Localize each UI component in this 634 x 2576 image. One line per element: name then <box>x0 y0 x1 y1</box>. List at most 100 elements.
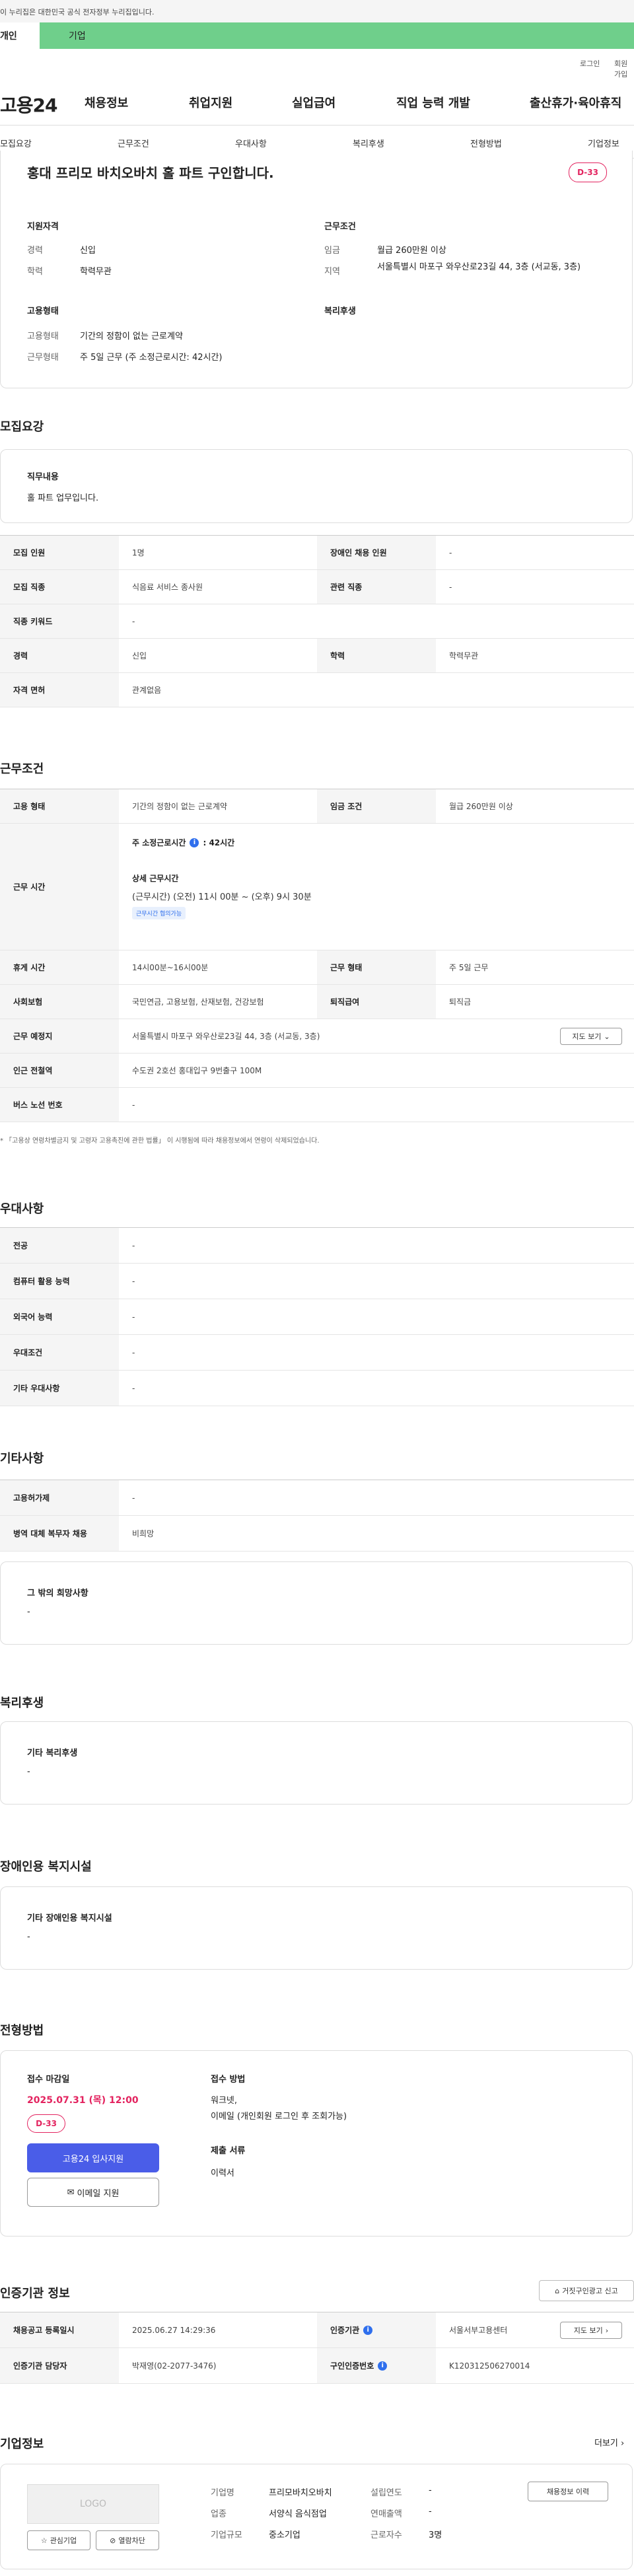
label: 근로자수 <box>370 2530 402 2540</box>
welfare-card: 기타 복리후생 - <box>0 1721 633 1805</box>
label: 설립연도 <box>370 2488 402 2498</box>
cell-value: 관계없음 <box>132 686 162 695</box>
gnb-item[interactable]: 취업지원 <box>189 94 232 111</box>
section-title-disabled: 장애인용 복지시설 <box>0 1860 92 1874</box>
cell-value: 수도권 2호선 홍대입구 9번출구 100M <box>132 1066 262 1075</box>
cell-key: 모집 직종 <box>0 570 119 604</box>
snb-item[interactable]: 근무조건 <box>118 137 149 149</box>
weekly-hours: 주 소정근로시간 i : 42시간 <box>132 837 234 848</box>
email-apply-button[interactable]: ✉ 이메일 지원 <box>27 2178 159 2207</box>
cell-key: 휴게 시간 <box>0 950 119 984</box>
table-row: 자격 면허 관계없음 <box>0 673 634 707</box>
block-button[interactable]: ⊘ 열람차단 <box>96 2530 159 2550</box>
snb-item[interactable]: 모집요강 <box>0 137 32 149</box>
map-button[interactable]: 지도 보기 ⌄ <box>560 1028 622 1045</box>
cell-value: 학력무관 <box>449 651 479 661</box>
cell-key: 퇴직급여 <box>317 985 436 1019</box>
cell-value: 국민연금, 고용보험, 산재보험, 건강보험 <box>132 997 264 1007</box>
cell-value: 14시00분~16시00분 <box>132 963 209 972</box>
info-icon[interactable]: i <box>363 2325 373 2335</box>
snb-item[interactable]: 전형방법 <box>470 137 502 149</box>
cell-key: 직종 키워드 <box>0 604 119 638</box>
career-value: 신입 <box>80 246 96 256</box>
snb-item[interactable]: 복리후생 <box>353 137 384 149</box>
join-link[interactable]: 회원가입 <box>614 58 634 79</box>
section-title-etc: 기타사항 <box>0 1452 44 1466</box>
cert-map-button[interactable]: 지도 보기 › <box>560 2322 622 2339</box>
summary-card: 홍대 프리모 바치오바치 홀 파트 구인합니다. D-33 지원자격 경력 신입… <box>0 151 633 388</box>
method-label: 접수 방법 <box>211 2075 246 2085</box>
site-logo[interactable]: 고용24 <box>0 91 57 118</box>
table-row: 모집 인원 1명 장애인 채용 인원 - <box>0 536 634 570</box>
section-title-recruit: 모집요강 <box>0 420 44 434</box>
other-value: - <box>27 1607 30 1617</box>
label: 업종 <box>211 2509 227 2519</box>
top-tabs: 개인 기업 <box>0 22 634 49</box>
table-row: 외국어 능력 - <box>0 1299 634 1335</box>
cell-key: 우대조건 <box>0 1335 119 1370</box>
gnb-item[interactable]: 채용정보 <box>85 94 128 111</box>
login-link[interactable]: 로그인 <box>580 58 600 69</box>
tab-company[interactable]: 기업 <box>40 22 634 49</box>
global-nav: 고용24 채용정보 취업지원 실업급여 직업 능력 개발 출산휴가·육아휴직 <box>0 79 634 125</box>
table-row: 인증기관 담당자 박재영(02-2077-3476) 구인인증번호 i K12031… <box>0 2348 634 2384</box>
gnb-item[interactable]: 실업급여 <box>292 94 335 111</box>
apply-button[interactable]: 고용24 입사지원 <box>27 2143 159 2172</box>
welfare-title: 복리후생 <box>324 306 356 316</box>
cell-value: - <box>132 1276 135 1286</box>
cell-key: 경력 <box>0 639 119 672</box>
table-row: 사회보험 국민연금, 고용보험, 산재보험, 건강보험 퇴직급여 퇴직금 <box>0 985 634 1019</box>
cell-value: 주 5일 근무 <box>449 963 489 972</box>
method-value-1: 워크넷, <box>211 2096 238 2106</box>
history-button[interactable]: 채용정보 이력 <box>528 2482 608 2501</box>
label: 연매출액 <box>370 2509 402 2519</box>
weekly-hours-value: : 42시간 <box>203 838 235 847</box>
map-button-label: 지도 보기 <box>572 1032 602 1041</box>
etc-table: 고용허가제 - 병역 대체 복무자 채용 비희망 <box>0 1480 634 1552</box>
favorite-button[interactable]: ☆ 관심기업 <box>27 2530 90 2550</box>
info-icon[interactable]: i <box>190 838 199 847</box>
cell-value: K120312506270014 <box>449 2361 530 2371</box>
method-value-2: 이메일 (개인회원 로그인 후 조회가능) <box>211 2112 347 2122</box>
cell-value: - <box>449 548 452 557</box>
label: 학력 <box>27 267 43 277</box>
label: 기업명 <box>211 2488 234 2498</box>
wage-value: 월급 260만원 이상 <box>377 246 446 256</box>
table-row: 휴게 시간 14시00분~16시00분 근무 형태 주 5일 근무 <box>0 950 634 985</box>
report-label: 거짓구인광고 신고 <box>562 2287 618 2295</box>
table-row: 고용허가제 - <box>0 1480 634 1516</box>
apply-card: 접수 마감일 2025.07.31 (목) 12:00 D-33 고용24 입사… <box>0 2050 633 2236</box>
cell-key: 관련 직종 <box>317 570 436 604</box>
block-label: 열람차단 <box>118 2536 145 2545</box>
cell-key: 장애인 채용 인원 <box>317 536 436 569</box>
cell-value: 서울서부고용센터 <box>449 2326 508 2335</box>
snb-item[interactable]: 기업정보 <box>588 137 619 149</box>
cond-title: 근무조건 <box>324 222 356 232</box>
cell-value: 퇴직금 <box>449 997 472 1007</box>
map-button-label: 지도 보기 <box>573 2326 603 2335</box>
snb-item[interactable]: 우대사항 <box>235 137 267 149</box>
cell-value: 서울특별시 마포구 와우산로23길 44, 3층 (서교동, 3층) <box>132 1032 320 1041</box>
deadline-label: 접수 마감일 <box>27 2075 70 2085</box>
cell-value: 신입 <box>132 651 147 661</box>
cell-value: 박재영(02-2077-3476) <box>132 2361 217 2371</box>
cell-key: 전공 <box>0 1228 119 1263</box>
consult-tag: 근무시간 협의가능 <box>132 907 186 919</box>
tab-personal[interactable]: 개인 <box>0 22 40 49</box>
docs-value: 이력서 <box>211 2168 234 2178</box>
cell-value: 1명 <box>132 548 145 557</box>
docs-label: 제출 서류 <box>211 2146 246 2156</box>
gov-banner: 이 누리집은 대한민국 공식 전자정부 누리집입니다. <box>0 0 634 22</box>
favorite-label: 관심기업 <box>50 2536 77 2545</box>
company-industry: 서양식 음식점업 <box>269 2509 327 2519</box>
more-link[interactable]: 더보기 › <box>594 2436 624 2449</box>
deadline-value: 2025.07.31 (목) 12:00 <box>27 2095 139 2106</box>
info-icon[interactable]: i <box>378 2361 388 2371</box>
label: 임금 <box>324 246 340 256</box>
company-revenue: - <box>429 2507 432 2517</box>
gnb-item[interactable]: 출산휴가·육아휴직 <box>530 94 621 111</box>
org-label: 인증기관 <box>330 2326 360 2335</box>
report-button[interactable]: ⌂ 거짓구인광고 신고 <box>539 2280 634 2301</box>
company-founded: - <box>429 2486 432 2495</box>
gnb-item[interactable]: 직업 능력 개발 <box>396 94 470 111</box>
